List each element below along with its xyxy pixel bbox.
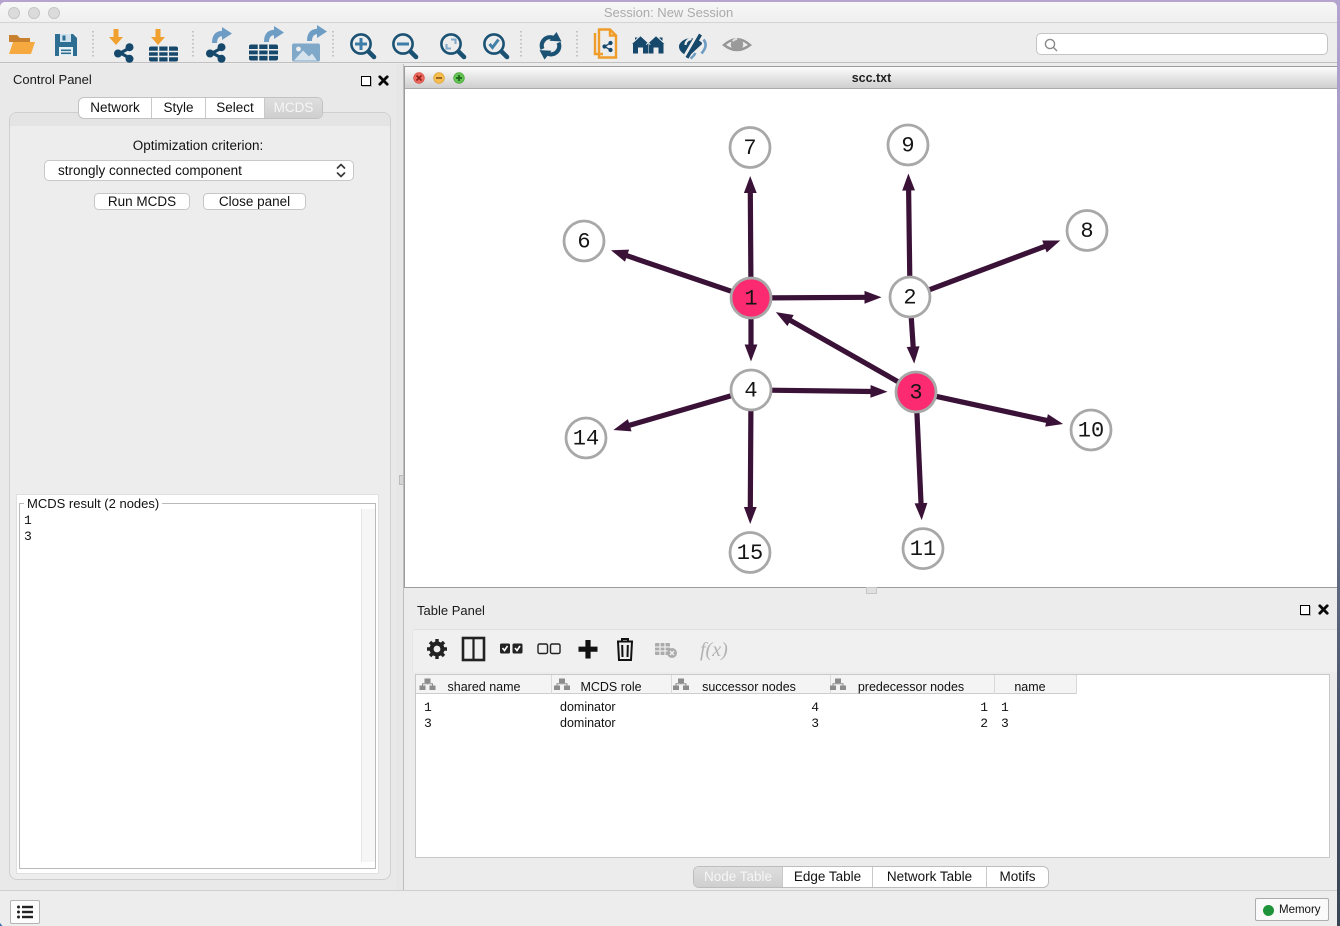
svg-text:7: 7 — [743, 136, 756, 161]
svg-text:successor nodes: successor nodes — [702, 680, 796, 694]
svg-text:dominator: dominator — [560, 700, 616, 714]
svg-text:name: name — [1014, 680, 1045, 694]
svg-text:6: 6 — [577, 230, 590, 255]
svg-text:9: 9 — [901, 134, 914, 159]
svg-text:3: 3 — [424, 716, 432, 731]
svg-text:15: 15 — [737, 541, 763, 566]
svg-text:shared name: shared name — [448, 680, 521, 694]
svg-text:3: 3 — [811, 716, 819, 731]
svg-text:dominator: dominator — [560, 716, 616, 730]
svg-text:10: 10 — [1078, 419, 1104, 444]
svg-text:4: 4 — [744, 379, 757, 404]
svg-text:f(x): f(x) — [700, 639, 728, 661]
svg-text:MCDS role: MCDS role — [580, 680, 641, 694]
svg-text:3: 3 — [909, 381, 922, 406]
svg-text:11: 11 — [910, 537, 936, 562]
svg-text:8: 8 — [1080, 219, 1093, 244]
svg-text:14: 14 — [573, 427, 599, 452]
svg-text:predecessor nodes: predecessor nodes — [858, 680, 964, 694]
svg-text:2: 2 — [980, 716, 988, 731]
svg-text:4: 4 — [811, 700, 819, 715]
svg-text:1: 1 — [1001, 700, 1009, 715]
svg-text:2: 2 — [903, 286, 916, 311]
svg-text:1: 1 — [424, 700, 432, 715]
svg-text:1: 1 — [744, 287, 757, 312]
svg-text:1: 1 — [980, 700, 988, 715]
svg-text:3: 3 — [1001, 716, 1009, 731]
